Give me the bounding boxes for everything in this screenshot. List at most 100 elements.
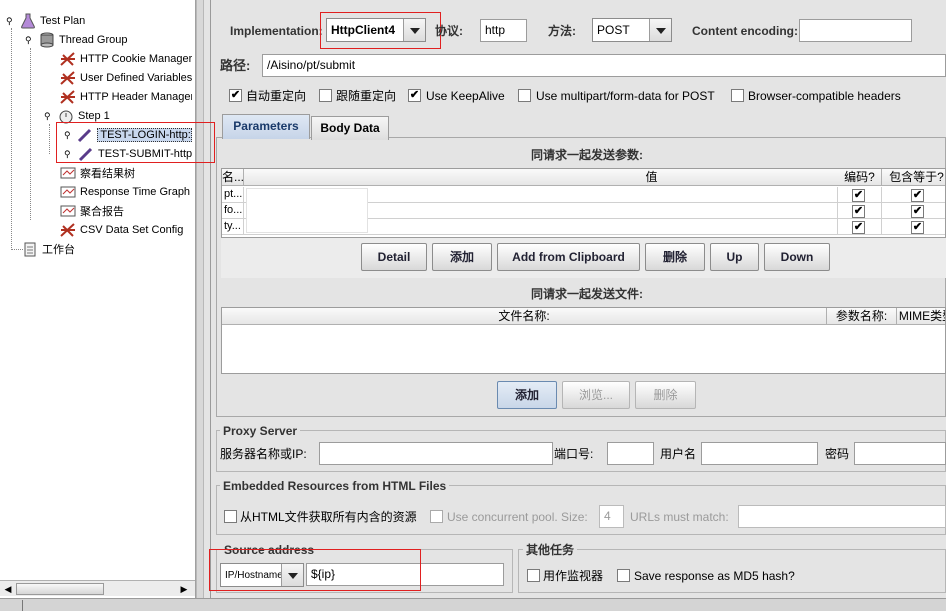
browser-headers-checkbox[interactable]	[731, 89, 744, 102]
tree-item-workbench[interactable]: 工作台	[22, 240, 75, 258]
tree-item-aggregate-report[interactable]: 聚合报告	[60, 202, 124, 220]
tree-horizontal-scrollbar[interactable]: ◀ ▶	[0, 580, 195, 596]
concurrent-pool-checkbox[interactable]	[430, 510, 443, 523]
table-cell-include[interactable]: ✔	[882, 187, 945, 203]
follow-redirect-label: 跟随重定向	[336, 89, 397, 103]
flask-icon	[21, 13, 35, 29]
table-cell-include[interactable]: ✔	[882, 203, 945, 219]
test-plan-tree[interactable]: ⚲ Test Plan ⚲ Thread Group HTTP Cookie M…	[0, 0, 196, 598]
highlight-box	[209, 549, 421, 591]
tree-item-csv-config[interactable]: CSV Data Set Config	[60, 221, 183, 239]
tree-item-header-manager[interactable]: HTTP Header Manager	[60, 88, 192, 106]
up-button[interactable]: Up	[710, 243, 759, 271]
tab-parameters[interactable]: Parameters	[222, 114, 310, 139]
encode-checkbox[interactable]: ✔	[852, 189, 865, 202]
implementation-label: Implementation:	[230, 24, 323, 38]
other-tasks-title: 其他任务	[523, 543, 578, 557]
table-cell-name[interactable]: ty...	[222, 219, 244, 235]
method-select[interactable]: POST	[592, 18, 672, 42]
tree-item-response-graph[interactable]: Response Time Graph	[60, 183, 192, 201]
collapse-icon[interactable]: ⚲	[44, 111, 56, 122]
table-cell-encode[interactable]: ✔	[838, 187, 882, 203]
include-equals-checkbox[interactable]: ✔	[911, 189, 924, 202]
add-from-clipboard-button[interactable]: Add from Clipboard	[497, 243, 640, 271]
urls-match-label: URLs must match:	[630, 510, 729, 524]
col-header-include-equals[interactable]: 包含等于?	[882, 169, 945, 186]
collapse-icon[interactable]: ⚲	[6, 16, 18, 27]
parameters-table[interactable]: 名... 值 编码? 包含等于? pt... ✔ ✔ fo... ✔ ✔ ty.…	[221, 168, 946, 238]
chevron-down-icon[interactable]	[649, 19, 671, 41]
follow-redirect-checkbox[interactable]	[319, 89, 332, 102]
encode-checkbox[interactable]: ✔	[852, 205, 865, 218]
auto-redirect-label: 自动重定向	[246, 89, 307, 103]
add-file-button[interactable]: 添加	[497, 381, 557, 409]
retrieve-resources-checkbox[interactable]	[224, 510, 237, 523]
retrieve-resources-label: 从HTML文件获取所有内含的资源	[240, 510, 417, 524]
down-button[interactable]: Down	[764, 243, 830, 271]
scrollbar-thumb[interactable]	[16, 583, 104, 595]
col-header-name[interactable]: 名...	[222, 169, 244, 186]
broken-tools-icon	[60, 223, 75, 237]
protocol-field[interactable]: http	[480, 19, 527, 42]
proxy-user-label: 用户名	[660, 447, 697, 461]
highlight-box	[320, 12, 441, 49]
delete-param-button[interactable]: 删除	[645, 243, 705, 271]
col-header-mime-type[interactable]: MIME类型	[897, 308, 945, 325]
panel-divider	[210, 0, 211, 598]
col-header-encode[interactable]: 编码?	[838, 169, 882, 186]
use-as-monitor-checkbox[interactable]	[527, 569, 540, 582]
tree-item-thread-group[interactable]: ⚲ Thread Group	[25, 31, 127, 49]
pool-size-field[interactable]: 4	[599, 505, 624, 528]
tree-item-label: Test Plan	[40, 15, 86, 27]
tree-item-result-tree[interactable]: 察看结果树	[60, 164, 135, 182]
include-equals-checkbox[interactable]: ✔	[911, 221, 924, 234]
urls-match-field[interactable]	[738, 505, 946, 528]
broken-tools-icon	[60, 52, 75, 66]
tree-item-user-variables[interactable]: User Defined Variables	[60, 69, 192, 87]
files-table[interactable]: 文件名称: 参数名称: MIME类型	[221, 307, 946, 374]
highlight-box	[56, 122, 215, 163]
content-encoding-field[interactable]	[799, 19, 912, 42]
scroll-left-arrow-icon[interactable]: ◀	[2, 583, 14, 595]
params-title: 同请求一起发送参数:	[531, 148, 643, 162]
spool-icon	[40, 32, 54, 48]
multipart-checkbox[interactable]	[518, 89, 531, 102]
content-encoding-label: Content encoding:	[692, 24, 798, 38]
path-field[interactable]: /Aisino/pt/submit	[262, 54, 946, 77]
method-label: 方法:	[548, 24, 576, 38]
chart-icon	[60, 205, 76, 217]
keepalive-checkbox[interactable]: ✔	[408, 89, 421, 102]
auto-redirect-checkbox[interactable]: ✔	[229, 89, 242, 102]
tree-item-test-plan[interactable]: ⚲ Test Plan	[6, 12, 85, 30]
method-value: POST	[597, 23, 630, 37]
proxy-server-field[interactable]	[319, 442, 553, 465]
collapse-icon[interactable]: ⚲	[25, 35, 37, 46]
detail-button[interactable]: Detail	[361, 243, 427, 271]
proxy-password-field[interactable]	[854, 442, 946, 465]
delete-file-button[interactable]: 删除	[635, 381, 696, 409]
tree-item-label: 察看结果树	[80, 168, 135, 180]
browse-button[interactable]: 浏览...	[562, 381, 630, 409]
include-equals-checkbox[interactable]: ✔	[911, 205, 924, 218]
tree-connector	[49, 124, 50, 154]
md5-hash-checkbox[interactable]	[617, 569, 630, 582]
multipart-label: Use multipart/form-data for POST	[536, 89, 715, 103]
tree-item-label: 工作台	[42, 244, 75, 256]
encode-checkbox[interactable]: ✔	[852, 221, 865, 234]
broken-tools-icon	[60, 90, 75, 104]
table-cell-encode[interactable]: ✔	[838, 219, 882, 235]
table-cell-name[interactable]: pt...	[222, 187, 244, 203]
md5-hash-label: Save response as MD5 hash?	[634, 569, 795, 583]
table-cell-encode[interactable]: ✔	[838, 203, 882, 219]
col-header-param-name[interactable]: 参数名称:	[827, 308, 897, 325]
col-header-file-path[interactable]: 文件名称:	[222, 308, 827, 325]
scroll-right-arrow-icon[interactable]: ▶	[178, 583, 190, 595]
add-param-button[interactable]: 添加	[432, 243, 492, 271]
table-cell-include[interactable]: ✔	[882, 219, 945, 235]
tree-item-cookie-manager[interactable]: HTTP Cookie Manager	[60, 50, 192, 68]
table-cell-name[interactable]: fo...	[222, 203, 244, 219]
proxy-port-field[interactable]	[607, 442, 654, 465]
tab-body-data[interactable]: Body Data	[311, 116, 389, 140]
panel-splitter[interactable]	[196, 0, 204, 598]
proxy-user-field[interactable]	[701, 442, 818, 465]
